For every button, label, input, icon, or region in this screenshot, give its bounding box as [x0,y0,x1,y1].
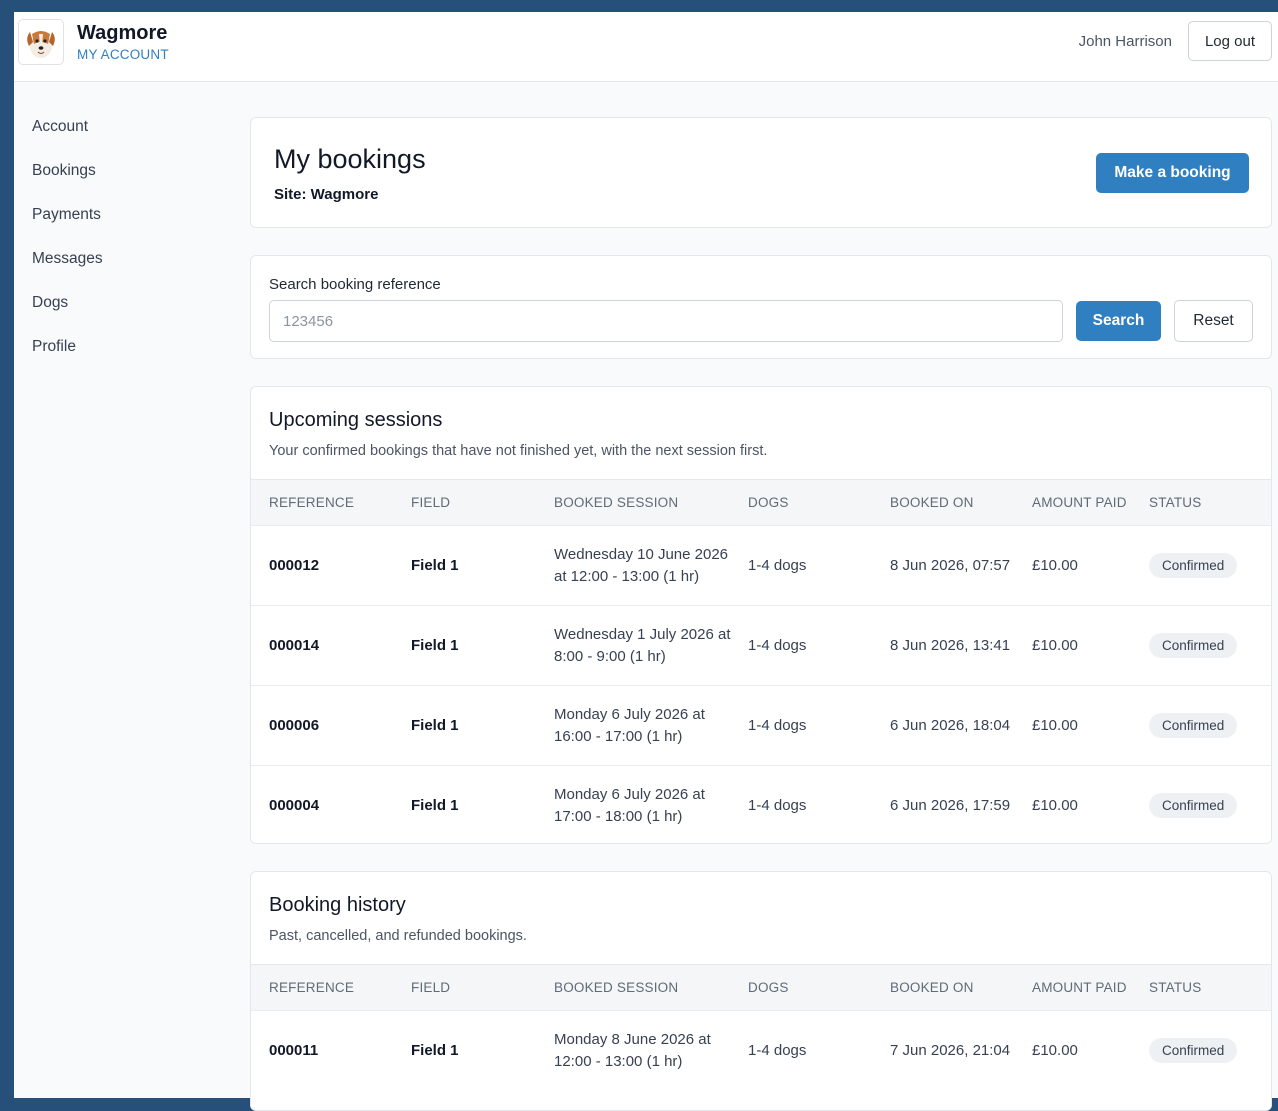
column-header-status: STATUS [1149,965,1271,1011]
booking-reference: 000014 [251,606,411,686]
booking-amount: £10.00 [1032,606,1149,686]
section-title: Booking history [269,894,406,917]
booking-booked-on: 8 Jun 2026, 13:41 [890,606,1032,686]
section-description: Your confirmed bookings that have not fi… [269,443,767,459]
page-title: My bookings [274,144,426,175]
table-row[interactable]: 000014 Field 1 Wednesday 1 July 2026 at … [251,606,1271,686]
booking-status-cell: Confirmed [1149,606,1271,686]
booking-dogs: 1-4 dogs [748,686,890,766]
booking-amount: £10.00 [1032,526,1149,606]
booking-status-cell: Confirmed [1149,766,1271,845]
column-header-field: FIELD [411,965,554,1011]
booking-session: Monday 6 July 2026 at 16:00 - 17:00 (1 h… [554,686,748,766]
booking-session: Wednesday 10 June 2026 at 12:00 - 13:00 … [554,526,748,606]
search-label: Search booking reference [269,276,441,293]
user-name: John Harrison [1079,33,1172,50]
upcoming-table: REFERENCE FIELD BOOKED SESSION DOGS BOOK… [251,479,1271,844]
booking-status-cell: Confirmed [1149,526,1271,606]
reset-button[interactable]: Reset [1174,300,1253,342]
booking-amount: £10.00 [1032,686,1149,766]
status-badge: Confirmed [1149,793,1237,818]
column-header-reference: REFERENCE [251,480,411,526]
booking-dogs: 1-4 dogs [748,766,890,845]
page-header-card: My bookings Site: Wagmore Make a booking [250,117,1272,228]
site-label: Site: Wagmore [274,186,378,203]
upcoming-sessions-card: Upcoming sessions Your confirmed booking… [250,386,1272,844]
search-input[interactable] [269,300,1063,342]
booking-dogs: 1-4 dogs [748,526,890,606]
sidebar-item-payments[interactable]: Payments [32,206,103,250]
booking-field: Field 1 [411,766,554,845]
booking-booked-on: 7 Jun 2026, 21:04 [890,1011,1032,1091]
section-title: Upcoming sessions [269,409,442,432]
booking-booked-on: 6 Jun 2026, 18:04 [890,686,1032,766]
top-bar: Wagmore MY ACCOUNT John Harrison Log out [14,12,1278,82]
booking-reference: 000012 [251,526,411,606]
booking-amount: £10.00 [1032,766,1149,845]
booking-field: Field 1 [411,686,554,766]
booking-status-cell: Confirmed [1149,686,1271,766]
booking-field: Field 1 [411,526,554,606]
booking-reference: 000004 [251,766,411,845]
column-header-booked-session: BOOKED SESSION [554,480,748,526]
status-badge: Confirmed [1149,633,1237,658]
sidebar-item-profile[interactable]: Profile [32,338,103,382]
booking-dogs: 1-4 dogs [748,606,890,686]
table-row[interactable]: 000006 Field 1 Monday 6 July 2026 at 16:… [251,686,1271,766]
table-row[interactable]: 000004 Field 1 Monday 6 July 2026 at 17:… [251,766,1271,845]
column-header-amount-paid: AMOUNT PAID [1032,480,1149,526]
column-header-field: FIELD [411,480,554,526]
brand-subtitle: MY ACCOUNT [77,47,169,62]
search-button[interactable]: Search [1076,301,1161,341]
history-table: REFERENCE FIELD BOOKED SESSION DOGS BOOK… [251,964,1271,1091]
dog-logo-icon[interactable] [18,19,64,65]
sidebar-item-messages[interactable]: Messages [32,250,103,294]
sidebar-item-dogs[interactable]: Dogs [32,294,103,338]
booking-amount: £10.00 [1032,1011,1149,1091]
logout-button[interactable]: Log out [1188,21,1272,61]
booking-booked-on: 8 Jun 2026, 07:57 [890,526,1032,606]
booking-session: Wednesday 1 July 2026 at 8:00 - 9:00 (1 … [554,606,748,686]
column-header-booked-on: BOOKED ON [890,480,1032,526]
column-header-amount-paid: AMOUNT PAID [1032,965,1149,1011]
booking-reference: 000006 [251,686,411,766]
column-header-reference: REFERENCE [251,965,411,1011]
sidebar: Account Bookings Payments Messages Dogs … [32,118,103,382]
booking-history-card: Booking history Past, cancelled, and ref… [250,871,1272,1111]
booking-session: Monday 6 July 2026 at 17:00 - 18:00 (1 h… [554,766,748,845]
column-header-dogs: DOGS [748,480,890,526]
booking-booked-on: 6 Jun 2026, 17:59 [890,766,1032,845]
column-header-booked-on: BOOKED ON [890,965,1032,1011]
table-row[interactable]: 000011 Field 1 Monday 8 June 2026 at 12:… [251,1011,1271,1091]
sidebar-item-account[interactable]: Account [32,118,103,162]
booking-field: Field 1 [411,1011,554,1091]
table-header-row: REFERENCE FIELD BOOKED SESSION DOGS BOOK… [251,965,1271,1011]
status-badge: Confirmed [1149,1038,1237,1063]
column-header-booked-session: BOOKED SESSION [554,965,748,1011]
column-header-status: STATUS [1149,480,1271,526]
brand-name: Wagmore [77,22,167,45]
section-description: Past, cancelled, and refunded bookings. [269,928,527,944]
table-row[interactable]: 000012 Field 1 Wednesday 10 June 2026 at… [251,526,1271,606]
booking-field: Field 1 [411,606,554,686]
booking-reference: 000011 [251,1011,411,1091]
status-badge: Confirmed [1149,553,1237,578]
status-badge: Confirmed [1149,713,1237,738]
booking-session: Monday 8 June 2026 at 12:00 - 13:00 (1 h… [554,1011,748,1091]
search-card: Search booking reference Search Reset [250,255,1272,359]
make-booking-button[interactable]: Make a booking [1096,153,1249,193]
booking-dogs: 1-4 dogs [748,1011,890,1091]
column-header-dogs: DOGS [748,965,890,1011]
booking-status-cell: Confirmed [1149,1011,1271,1091]
app-window: Wagmore MY ACCOUNT John Harrison Log out… [14,12,1278,1098]
sidebar-item-bookings[interactable]: Bookings [32,162,103,206]
table-header-row: REFERENCE FIELD BOOKED SESSION DOGS BOOK… [251,480,1271,526]
